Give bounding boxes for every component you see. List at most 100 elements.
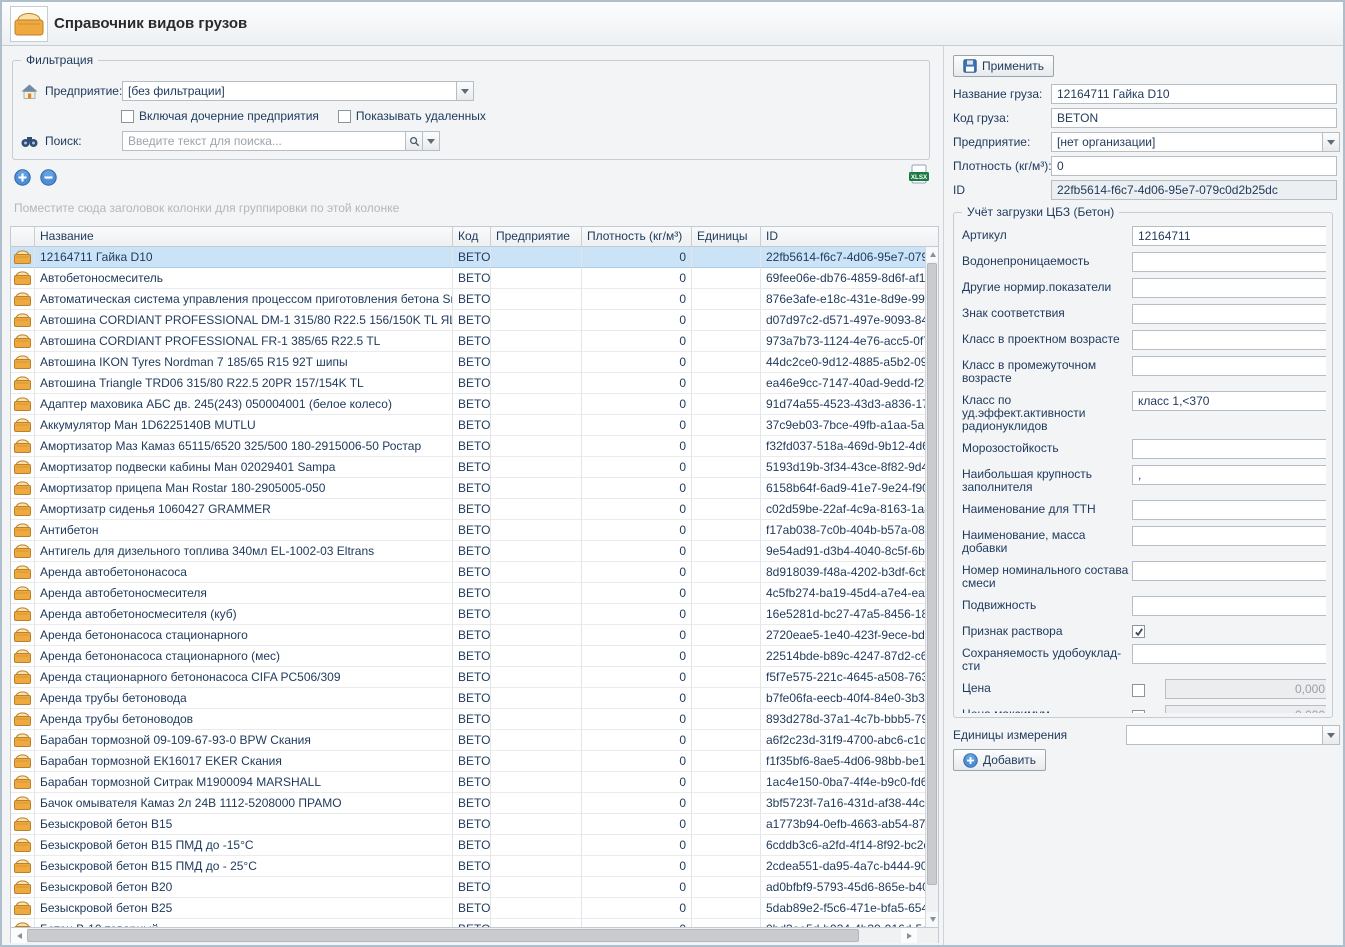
cell-density: 0: [582, 856, 692, 877]
cargo-name-label: Название груза:: [953, 87, 1051, 101]
cargo-code-input[interactable]: [1052, 109, 1336, 127]
cargo-folder-icon: [11, 919, 35, 927]
table-row[interactable]: Аренда трубы бетоноводов BETON 0 893d278…: [11, 709, 927, 730]
table-row[interactable]: Барабан тормозной Ситрак М1900094 MARSHA…: [11, 772, 927, 793]
cell-code: BETON: [453, 814, 491, 835]
column-header-units[interactable]: Единицы: [692, 227, 761, 246]
table-row[interactable]: Автобетоносмеситель BETON 0 69fee06e-db7…: [11, 268, 927, 289]
apply-button[interactable]: Применить: [953, 55, 1054, 77]
cell-units: [692, 814, 761, 835]
price-enable-checkbox[interactable]: [1132, 684, 1145, 697]
cell-name: Амортизатор подвески кабины Ман 02029401…: [35, 457, 453, 478]
table-row[interactable]: Безыскровой бетон В20 BETON 0 ad0bfbf9-5…: [11, 877, 927, 898]
cell-density: 0: [582, 289, 692, 310]
scroll-right-icon[interactable]: [901, 928, 917, 943]
table-row[interactable]: Автошина CORDIANT PROFESSIONAL DM-1 315/…: [11, 310, 927, 331]
cell-name: Безыскровой бетон В20: [35, 877, 453, 898]
add-button[interactable]: Добавить: [953, 749, 1046, 771]
cargo-enterprise-combo[interactable]: [нет организации]: [1051, 132, 1340, 152]
table-row[interactable]: Барабан тормозной 09-109-67-93-0 BPW Ска…: [11, 730, 927, 751]
scroll-up-icon[interactable]: [926, 247, 938, 262]
vertical-scrollbar[interactable]: [925, 247, 938, 927]
field-input[interactable]: [1133, 331, 1326, 349]
column-header-id[interactable]: ID: [761, 227, 940, 246]
remove-row-button[interactable]: [40, 169, 57, 186]
field-input[interactable]: [1133, 466, 1326, 484]
add-row-button[interactable]: [14, 169, 31, 186]
horizontal-scrollbar[interactable]: [11, 927, 938, 943]
field-input[interactable]: [1133, 392, 1326, 410]
table-row[interactable]: Амортизатор подвески кабины Ман 02029401…: [11, 457, 927, 478]
field-label: Морозостойкость: [962, 439, 1132, 455]
field-input[interactable]: [1133, 305, 1326, 323]
scroll-down-icon[interactable]: [926, 912, 938, 927]
units-combo[interactable]: [1126, 725, 1340, 745]
table-row[interactable]: Безыскровой бетон В15 ПМД до - 25°С BETO…: [11, 856, 927, 877]
scroll-left-icon[interactable]: [11, 928, 27, 943]
table-row[interactable]: Антигель для дизельного топлива 340мл EL…: [11, 541, 927, 562]
table-row[interactable]: Аренда стационарного бетононасоса CIFA P…: [11, 667, 927, 688]
field-input[interactable]: [1133, 253, 1326, 271]
table-row[interactable]: Аренда трубы бетоновода BETON 0 b7fe06fa…: [11, 688, 927, 709]
table-row[interactable]: Амортизатор Маз Камаз 65115/6520 325/500…: [11, 436, 927, 457]
table-row[interactable]: Барабан тормозной ЕК16017 EKER Скания BE…: [11, 751, 927, 772]
field-input[interactable]: [1133, 597, 1326, 615]
cell-units: [692, 751, 761, 772]
search-options-chevron-icon[interactable]: [422, 132, 439, 150]
field-input[interactable]: [1133, 527, 1326, 545]
table-row[interactable]: Амортизатор прицепа Ман Rostar 180-29050…: [11, 478, 927, 499]
table-row[interactable]: Бачок омывателя Камаз 2л 24В 1112-520800…: [11, 793, 927, 814]
units-label: Единицы измерения: [953, 728, 1126, 742]
export-xlsx-button[interactable]: XLSX: [908, 164, 932, 188]
chevron-down-icon[interactable]: [1322, 726, 1339, 744]
field-input[interactable]: [1133, 227, 1326, 245]
cargo-name-input[interactable]: [1052, 85, 1336, 103]
include-children-checkbox[interactable]: [121, 110, 134, 123]
field-input[interactable]: [1133, 645, 1326, 663]
table-row[interactable]: Автошина CORDIANT PROFESSIONAL FR-1 385/…: [11, 331, 927, 352]
column-header-icon[interactable]: [11, 227, 35, 246]
table-row[interactable]: Автошина Triangle TRD06 315/80 R22.5 20P…: [11, 373, 927, 394]
field-input[interactable]: [1133, 440, 1326, 458]
cell-id: 4c5fb274-ba19-45d4-a7e4-eab5e: [761, 583, 927, 604]
table-row[interactable]: Безыскровой бетон В15 ПМД до -15°С BETON…: [11, 835, 927, 856]
field-checkbox[interactable]: [1132, 625, 1145, 638]
cell-name: Барабан тормозной Ситрак М1900094 MARSHA…: [35, 772, 453, 793]
field-input[interactable]: [1133, 357, 1326, 375]
cell-units: [692, 310, 761, 331]
column-header-density[interactable]: Плотность (кг/м³): [582, 227, 692, 246]
table-row[interactable]: Адаптер маховика АБС дв. 245(243) 050004…: [11, 394, 927, 415]
price-enable-checkbox[interactable]: [1132, 710, 1145, 713]
field-input[interactable]: [1133, 562, 1326, 580]
chevron-down-icon[interactable]: [1322, 133, 1339, 151]
chevron-down-icon[interactable]: [456, 82, 473, 100]
cargo-density-input[interactable]: [1052, 157, 1336, 175]
column-header-name[interactable]: Название: [35, 227, 453, 246]
search-input[interactable]: [123, 132, 405, 150]
cell-units: [692, 394, 761, 415]
table-row[interactable]: Аренда бетононасоса стационарного BETON …: [11, 625, 927, 646]
table-row[interactable]: Аренда бетононасоса стационарного (мес) …: [11, 646, 927, 667]
table-row[interactable]: Аренда автобетоносмесителя BETON 0 4c5fb…: [11, 583, 927, 604]
field-input[interactable]: [1133, 501, 1326, 519]
table-row[interactable]: Автошина IKON Tyres Nordman 7 185/65 R15…: [11, 352, 927, 373]
table-row[interactable]: Аренда автобетононасоса BETON 0 8d918039…: [11, 562, 927, 583]
table-row[interactable]: Безыскровой бетон В25 BETON 0 5dab89e2-f…: [11, 898, 927, 919]
enterprise-filter-combo[interactable]: [без фильтрации]: [122, 81, 474, 101]
horizontal-scroll-thumb[interactable]: [27, 929, 859, 942]
vertical-scroll-thumb[interactable]: [927, 263, 937, 885]
table-row[interactable]: Аккумулятор Ман 1D6225140B MUTLU BETON 0…: [11, 415, 927, 436]
table-row[interactable]: Аренда автобетоносмесителя (куб) BETON 0…: [11, 604, 927, 625]
table-row[interactable]: Автоматическая система управления процес…: [11, 289, 927, 310]
field-input[interactable]: [1133, 279, 1326, 297]
table-row[interactable]: Амортизатр сиденья 1060427 GRAMMER BETON…: [11, 499, 927, 520]
column-header-enterprise[interactable]: Предприятие: [491, 227, 582, 246]
table-row[interactable]: Бетон В-10 товарный BETON 0 0bd3ee5d-b93…: [11, 919, 927, 927]
column-header-code[interactable]: Код: [453, 227, 491, 246]
table-row[interactable]: 12164711 Гайка D10 BETON 0 22fb5614-f6c7…: [11, 247, 927, 268]
show-deleted-checkbox[interactable]: [338, 110, 351, 123]
table-row[interactable]: Антибетон BETON 0 f17ab038-7c0b-404b-b57…: [11, 520, 927, 541]
page-title: Справочник видов грузов: [54, 15, 247, 32]
table-row[interactable]: Безыскровой бетон В15 BETON 0 a1773b94-0…: [11, 814, 927, 835]
search-icon[interactable]: [405, 132, 422, 150]
